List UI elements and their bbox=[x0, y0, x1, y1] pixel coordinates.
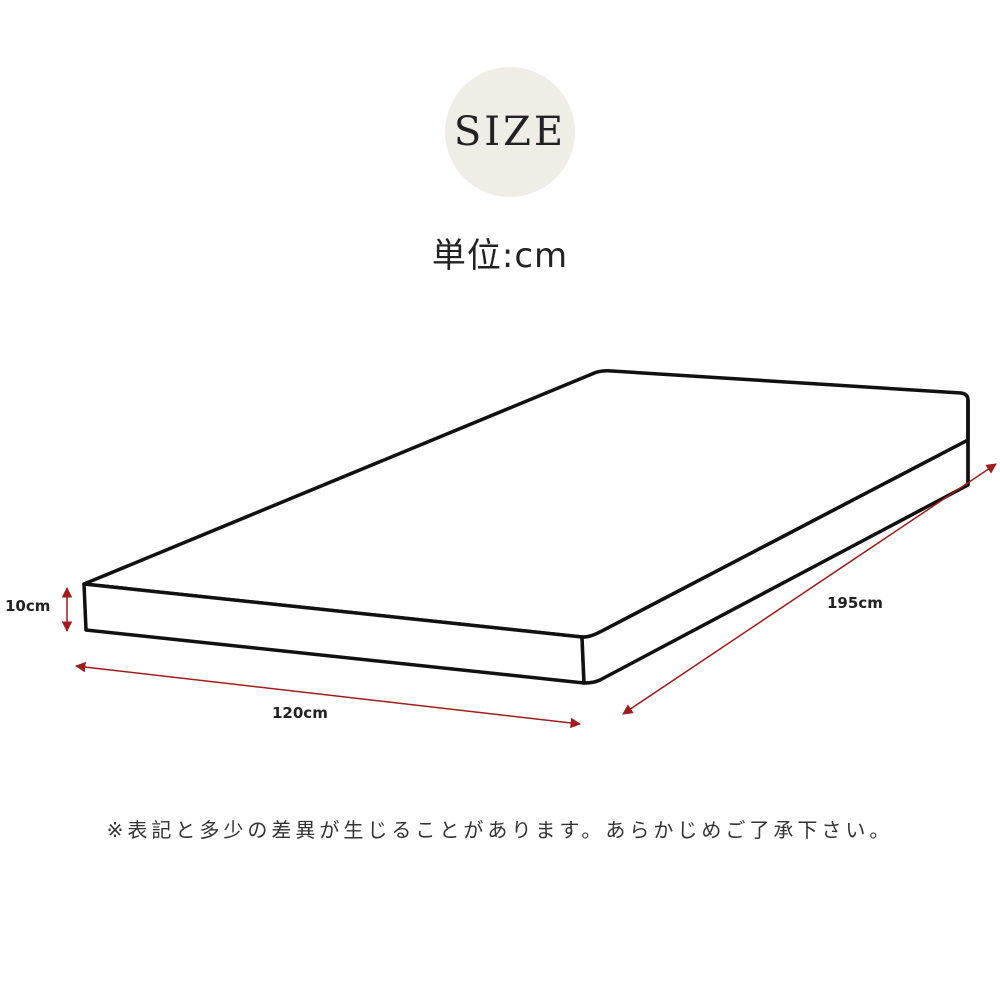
length-label: 195cm bbox=[827, 594, 883, 612]
width-label: 120cm bbox=[272, 704, 328, 722]
disclaimer-note: ※表記と多少の差異が生じることがあります。あらかじめご了承下さい。 bbox=[106, 818, 894, 842]
mattress-diagram bbox=[61, 369, 997, 729]
height-label: 10cm bbox=[5, 597, 51, 615]
page: SIZE 単位:cm 10cm 120cm 195cm ※表記と多少の差異が生じ… bbox=[0, 0, 1000, 1000]
